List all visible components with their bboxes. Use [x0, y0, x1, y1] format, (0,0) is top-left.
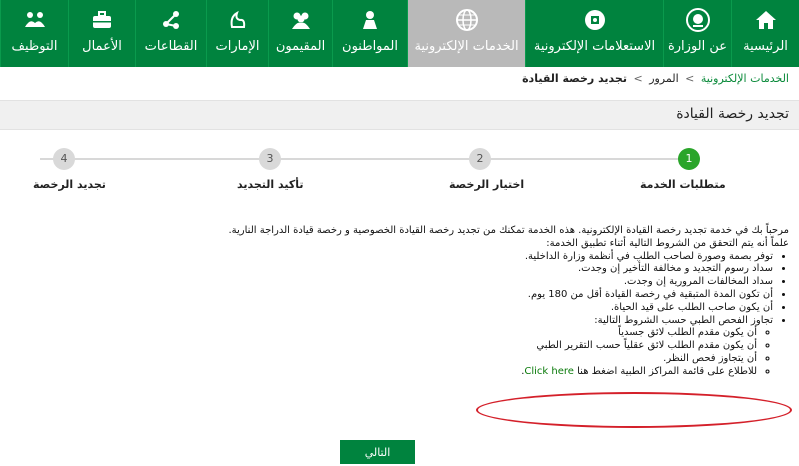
medical-conditions-list: أن يكون مقدم الطلب لائق جسدياً أن يكون م… [169, 327, 773, 378]
nav-item-e-services[interactable]: الخدمات الإلكترونية [407, 0, 525, 67]
medical-intro: تجاوز الفحص الطبي حسب الشروط التالية: [594, 314, 773, 326]
step-2-label: اختيار الرخصة [449, 178, 525, 191]
nav-label: التوظيف [11, 39, 58, 54]
step-3-circle: 3 [259, 148, 281, 170]
highlight-annotation [476, 392, 792, 428]
list-item: أن يكون مقدم الطلب لائق عقلياً حسب التقر… [169, 340, 757, 353]
intro-text: مرحباً بك في خدمة تجديد رخصة القيادة الإ… [228, 225, 789, 236]
medical-centers-link[interactable]: Click here [524, 366, 574, 377]
ministry-emblem-icon [685, 7, 711, 33]
nav-label: الرئيسية [743, 39, 788, 54]
nav-label: الخدمات الإلكترونية [414, 39, 519, 54]
list-item: أن يتجاوز فحص النظر. [169, 353, 757, 366]
eservices-inquiry-icon [582, 7, 608, 33]
conditions-list: توفر بصمة وصورة لصاحب الطلب في أنظمة وزا… [169, 251, 789, 379]
breadcrumb: الخدمات الإلكترونية > المرور > تجديد رخص… [522, 72, 789, 85]
nav-item-sectors[interactable]: القطاعات [135, 0, 206, 67]
breadcrumb-e-services[interactable]: الخدمات الإلكترونية [701, 72, 789, 85]
breadcrumb-separator: > [633, 72, 643, 85]
steps-progress-line [40, 158, 700, 160]
nav-item-citizens[interactable]: المواطنون [332, 0, 407, 67]
citizen-icon [357, 7, 383, 33]
list-item: أن تكون المدة المتبقية في رخصة القيادة أ… [169, 289, 773, 302]
nav-label: المقيمون [275, 39, 326, 54]
nav-label: الاستعلامات الإلكترونية [533, 39, 656, 54]
medical-centers-text: للاطلاع على قائمة المراكز الطبية اضغط هن… [577, 365, 757, 377]
list-item: أن يكون صاحب الطلب على قيد الحياة. [169, 302, 773, 315]
conditions-intro: علماً أنه يتم التحقق من الشروط التالية أ… [546, 237, 789, 249]
nav-item-emirates[interactable]: الإمارات [206, 0, 268, 67]
top-navigation: الرئيسية عن الوزارة الاستعلامات الإلكترو… [0, 0, 799, 67]
step-1-circle: 1 [678, 148, 700, 170]
step-2-circle: 2 [469, 148, 491, 170]
nav-item-business[interactable]: الأعمال [68, 0, 135, 67]
sectors-icon [158, 7, 184, 33]
breadcrumb-separator: > [685, 72, 695, 85]
nav-item-about-ministry[interactable]: عن الوزارة [663, 0, 731, 67]
nav-item-residents[interactable]: المقيمون [268, 0, 332, 67]
nav-label: القطاعات [144, 39, 198, 54]
list-item: أن يكون مقدم الطلب لائق جسدياً [169, 327, 757, 340]
list-item: للاطلاع على قائمة المراكز الطبية اضغط هن… [169, 366, 757, 379]
nav-label: عن الوزارة [667, 39, 728, 54]
nav-item-home[interactable]: الرئيسية [731, 0, 799, 67]
list-item: سداد المخالفات المرورية إن وجدت. [169, 276, 773, 289]
globe-icon [454, 7, 480, 33]
page-title: تجديد رخصة القيادة [676, 106, 789, 122]
step-4-label: تجديد الرخصة [33, 178, 106, 191]
briefcase-icon [89, 7, 115, 33]
page-title-bar: تجديد رخصة القيادة [0, 100, 799, 130]
residents-icon [288, 7, 314, 33]
service-requirements: مرحباً بك في خدمة تجديد رخصة القيادة الإ… [169, 225, 789, 379]
nav-label: المواطنون [342, 39, 398, 54]
nav-label: الإمارات [215, 39, 260, 54]
step-1-label: متطلبات الخدمة [640, 178, 726, 191]
step-3-label: تأكيد التجديد [237, 178, 304, 191]
step-4-circle: 4 [53, 148, 75, 170]
nav-item-employment[interactable]: التوظيف [0, 0, 68, 67]
breadcrumb-traffic[interactable]: المرور [649, 72, 678, 85]
next-button[interactable]: التالي [340, 440, 415, 464]
nav-item-e-inquiries[interactable]: الاستعلامات الإلكترونية [525, 0, 663, 67]
list-item: سداد رسوم التجديد و مخالفة التأخير إن وج… [169, 263, 773, 276]
home-icon [753, 7, 779, 33]
nav-label: الأعمال [82, 39, 122, 54]
breadcrumb-current: تجديد رخصة القيادة [522, 72, 627, 85]
list-item: تجاوز الفحص الطبي حسب الشروط التالية: أن… [169, 315, 773, 379]
list-item: توفر بصمة وصورة لصاحب الطلب في أنظمة وزا… [169, 251, 773, 264]
employment-icon [22, 7, 48, 33]
emirates-icon [225, 7, 251, 33]
